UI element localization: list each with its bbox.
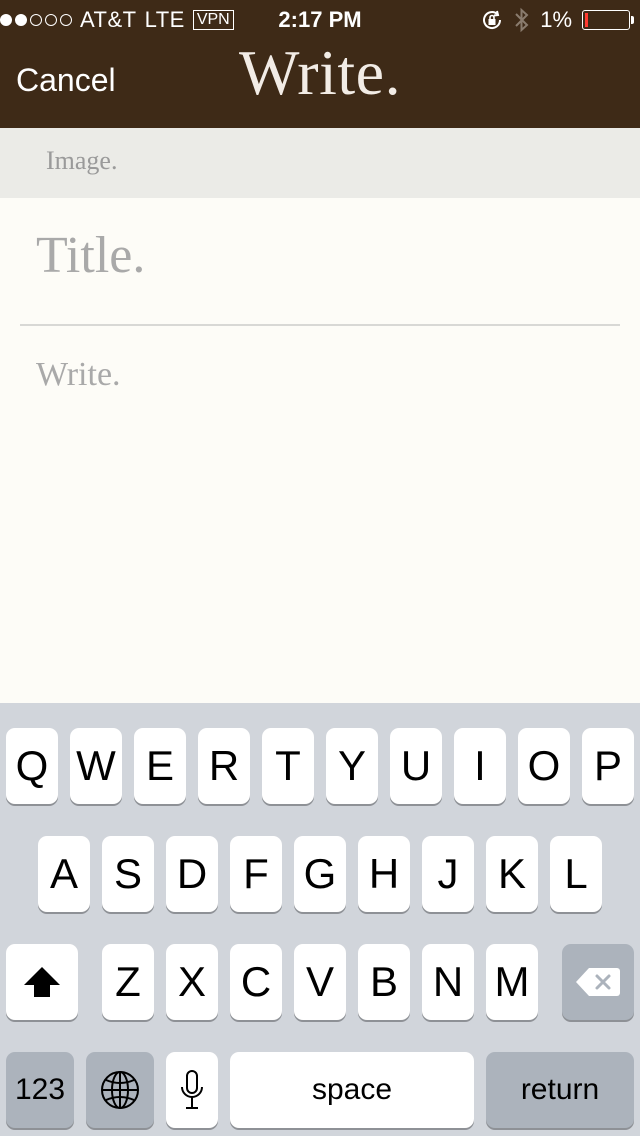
key-d[interactable]: D: [166, 836, 218, 912]
divider: [20, 324, 620, 326]
key-l[interactable]: L: [550, 836, 602, 912]
key-k[interactable]: K: [486, 836, 538, 912]
key-j[interactable]: J: [422, 836, 474, 912]
key-a[interactable]: A: [38, 836, 90, 912]
space-key[interactable]: space: [230, 1052, 474, 1128]
keyboard: Q W E R T Y U I O P A S D F G H J K L Z …: [0, 703, 640, 1136]
status-right: 1%: [480, 6, 634, 34]
image-label: Image.: [46, 146, 118, 175]
key-h[interactable]: H: [358, 836, 410, 912]
page-title: Write.: [238, 37, 402, 108]
status-bar: AT&T LTE VPN 2:17 PM 1%: [0, 0, 640, 40]
key-q[interactable]: Q: [6, 728, 58, 804]
battery-fill: [585, 13, 588, 27]
key-y[interactable]: Y: [326, 728, 378, 804]
editor-area: Title. Write.: [0, 198, 640, 703]
globe-icon: [101, 1071, 139, 1109]
battery-percent: 1%: [540, 7, 572, 32]
image-picker[interactable]: Image.: [0, 128, 640, 198]
key-m[interactable]: M: [486, 944, 538, 1020]
bluetooth-icon: [515, 7, 529, 33]
shift-key[interactable]: [6, 944, 78, 1020]
app-header: AT&T LTE VPN 2:17 PM 1% Cancel Write.: [0, 0, 640, 128]
key-u[interactable]: U: [390, 728, 442, 804]
microphone-icon: [181, 1070, 203, 1109]
key-o[interactable]: O: [518, 728, 570, 804]
key-b[interactable]: B: [358, 944, 410, 1020]
dictation-key[interactable]: [166, 1052, 218, 1128]
key-w[interactable]: W: [70, 728, 122, 804]
key-v[interactable]: V: [294, 944, 346, 1020]
key-z[interactable]: Z: [102, 944, 154, 1020]
key-g[interactable]: G: [294, 836, 346, 912]
numbers-key[interactable]: 123: [6, 1052, 74, 1128]
key-x[interactable]: X: [166, 944, 218, 1020]
title-input[interactable]: Title.: [36, 226, 145, 285]
key-c[interactable]: C: [230, 944, 282, 1020]
shift-arrow-icon: [24, 967, 60, 997]
return-key[interactable]: return: [486, 1052, 634, 1128]
key-i[interactable]: I: [454, 728, 506, 804]
delete-key[interactable]: [562, 944, 634, 1020]
key-r[interactable]: R: [198, 728, 250, 804]
key-e[interactable]: E: [134, 728, 186, 804]
key-p[interactable]: P: [582, 728, 634, 804]
rotation-lock-icon: [483, 10, 502, 29]
battery-icon: [582, 10, 634, 30]
key-t[interactable]: T: [262, 728, 314, 804]
globe-key[interactable]: [86, 1052, 154, 1128]
key-s[interactable]: S: [102, 836, 154, 912]
key-n[interactable]: N: [422, 944, 474, 1020]
body-input[interactable]: Write.: [36, 356, 121, 394]
key-f[interactable]: F: [230, 836, 282, 912]
backspace-icon: [576, 968, 620, 996]
